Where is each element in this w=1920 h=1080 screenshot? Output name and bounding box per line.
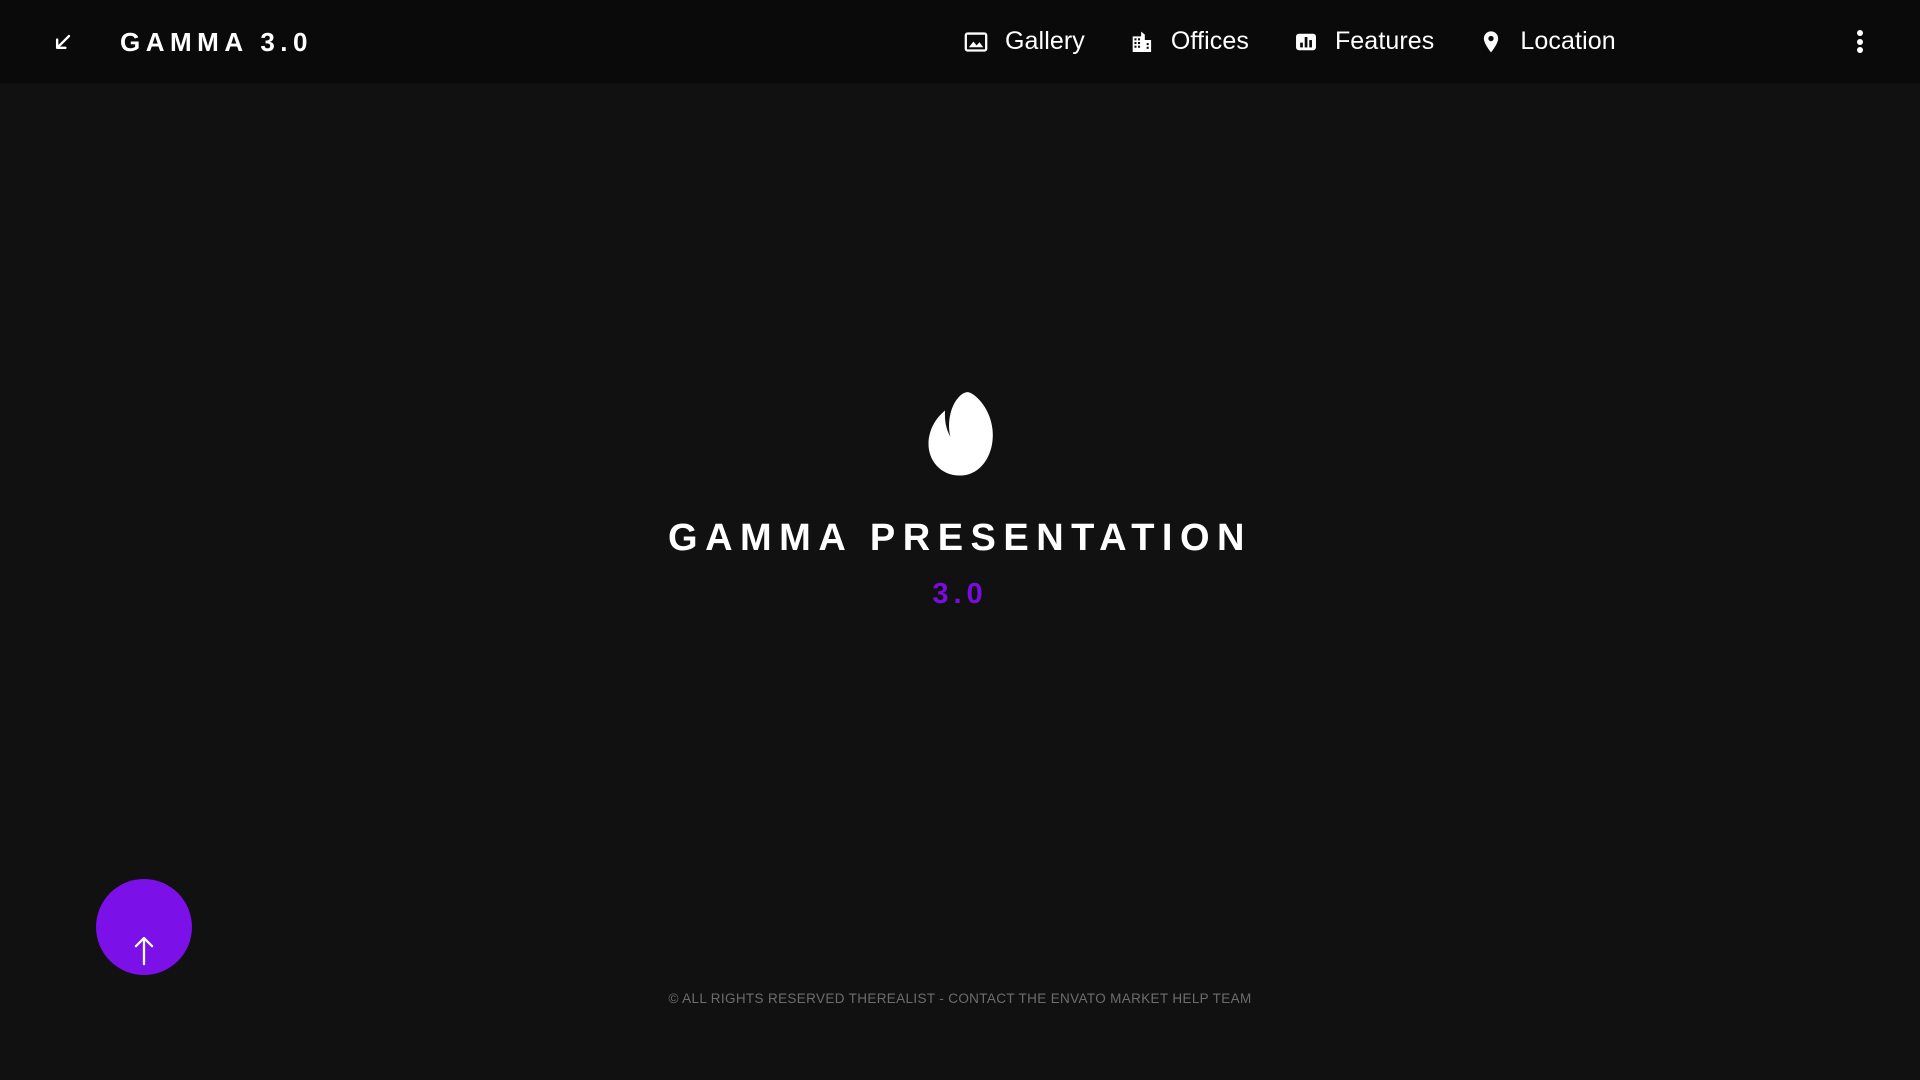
nav-label-gallery: Gallery bbox=[1005, 27, 1085, 55]
hero-version: 3.0 bbox=[932, 577, 988, 610]
menu-dot bbox=[1857, 38, 1863, 45]
envato-leaf-icon bbox=[928, 391, 993, 476]
scroll-to-top-button[interactable] bbox=[96, 879, 192, 975]
map-pin-icon bbox=[1478, 29, 1504, 55]
menu-dot bbox=[1857, 47, 1863, 54]
footer-copyright: © ALL RIGHTS RESERVED THEREALIST - CONTA… bbox=[668, 991, 1252, 1006]
nav-label-features: Features bbox=[1334, 27, 1435, 55]
nav-item-gallery[interactable]: Gallery bbox=[963, 0, 1085, 83]
menu-dot bbox=[1857, 29, 1863, 36]
building-icon bbox=[1129, 29, 1155, 55]
nav-label-location: Location bbox=[1520, 27, 1616, 55]
site-footer: © ALL RIGHTS RESERVED THEREALIST - CONTA… bbox=[0, 990, 1920, 1008]
nav-item-location[interactable]: Location bbox=[1478, 0, 1616, 83]
nav-label-offices: Offices bbox=[1170, 27, 1249, 55]
brand-logo[interactable]: GAMMA 3.0 bbox=[48, 0, 313, 83]
brand-title: GAMMA 3.0 bbox=[120, 26, 313, 57]
bar-chart-icon bbox=[1293, 29, 1319, 55]
hero-content: GAMMA PRESENTATION 3.0 bbox=[668, 391, 1252, 609]
site-header: GAMMA 3.0 Gallery Offices Features Locat… bbox=[0, 0, 1920, 83]
hero-section: GAMMA PRESENTATION 3.0 bbox=[0, 83, 1920, 1080]
arrow-down-left-icon bbox=[48, 27, 78, 57]
nav-item-offices[interactable]: Offices bbox=[1129, 0, 1249, 83]
image-icon bbox=[963, 29, 989, 55]
nav-item-features[interactable]: Features bbox=[1293, 0, 1434, 83]
hero-title: GAMMA PRESENTATION bbox=[668, 516, 1252, 559]
arrow-up-icon bbox=[134, 936, 154, 966]
primary-nav: Gallery Offices Features Location bbox=[963, 0, 1616, 83]
more-vertical-icon[interactable] bbox=[1832, 0, 1888, 83]
